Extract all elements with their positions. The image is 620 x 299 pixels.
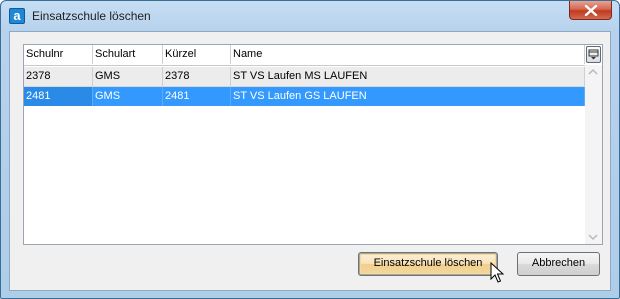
scroll-down-icon[interactable] — [588, 234, 598, 241]
column-chooser-icon — [588, 49, 599, 60]
cell-schulnr: 2481 — [24, 87, 93, 106]
title-bar[interactable]: a Einsatzschule löschen — [1, 1, 619, 31]
dialog-window: a Einsatzschule löschen Schulnr Schulart… — [0, 0, 620, 299]
vertical-scrollbar[interactable] — [585, 65, 602, 244]
cell-kuerzel: 2378 — [163, 67, 231, 86]
window-title: Einsatzschule löschen — [32, 9, 151, 23]
column-header-schulnr[interactable]: Schulnr — [24, 45, 93, 64]
table-header: Schulnr Schulart Kürzel Name — [24, 45, 585, 66]
cell-schulart: GMS — [93, 67, 163, 86]
table-row[interactable]: 2378 GMS 2378 ST VS Laufen MS LAUFEN — [24, 67, 585, 87]
cell-schulart: GMS — [93, 87, 163, 106]
column-header-schulart[interactable]: Schulart — [93, 45, 163, 64]
cell-schulnr: 2378 — [24, 67, 93, 86]
column-header-name[interactable]: Name — [231, 45, 585, 64]
cell-kuerzel: 2481 — [163, 87, 231, 106]
mouse-pointer-icon — [490, 262, 504, 283]
app-logo-icon: a — [9, 8, 25, 24]
table-row-selected[interactable]: 2481 GMS 2481 ST VS Laufen GS LAUFEN — [24, 87, 585, 106]
dialog-body: Schulnr Schulart Kürzel Name 2378 GMS 23… — [9, 31, 611, 291]
column-header-kuerzel[interactable]: Kürzel — [163, 45, 231, 64]
cancel-button[interactable]: Abbrechen — [517, 252, 600, 276]
cell-name: ST VS Laufen GS LAUFEN — [231, 87, 585, 106]
cell-name: ST VS Laufen MS LAUFEN — [231, 67, 585, 86]
scroll-up-icon[interactable] — [588, 68, 598, 75]
close-icon — [584, 5, 598, 16]
delete-school-button[interactable]: Einsatzschule löschen — [358, 252, 498, 276]
schools-table[interactable]: Schulnr Schulart Kürzel Name 2378 GMS 23… — [23, 44, 603, 245]
close-button[interactable] — [569, 1, 612, 20]
column-chooser-button[interactable] — [586, 46, 601, 63]
